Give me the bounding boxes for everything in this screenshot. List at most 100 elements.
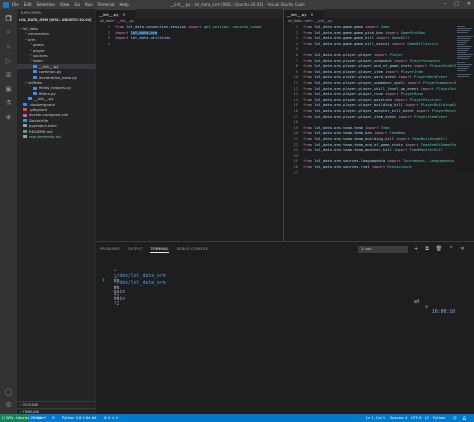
new-terminal-icon[interactable]: + — [414, 246, 418, 252]
editor-tab-right[interactable]: __init__.py ✕ — [284, 9, 324, 18]
code-token: from — [303, 25, 315, 29]
sync-icon[interactable]: ⟳ — [52, 414, 55, 422]
menu-item-file[interactable]: File — [12, 2, 19, 7]
language-mode[interactable]: Python — [433, 414, 445, 422]
run-debug-icon[interactable]: ▷ — [4, 56, 13, 65]
code-editor-right[interactable]: 1 from lol_data.orm.game.game import Game… — [284, 24, 456, 241]
code-token: from — [303, 64, 315, 69]
testing-icon[interactable]: ⚗ — [4, 98, 13, 107]
code-token: from — [303, 97, 315, 102]
code-token: lol_data.utilities — [130, 36, 171, 41]
minimize-icon[interactable]: – — [444, 1, 447, 7]
kill-terminal-icon[interactable]: 🗑 — [436, 246, 442, 252]
code-token: from — [303, 41, 315, 46]
python-interpreter[interactable]: Python 3.8.5 64-bit — [62, 414, 96, 422]
terminal-selector[interactable]: 1: zsh — [358, 246, 408, 253]
indentation[interactable]: Spaces: 4 — [390, 414, 407, 422]
code-token: from — [303, 36, 315, 41]
feedback-icon[interactable]: ☺ — [453, 414, 457, 422]
workspace-folder[interactable]: LOL_DATA_ORM [WSL: UBUNTU-20.04] — [19, 18, 91, 22]
problems-count[interactable]: ⊗ 0 ⚠ 0 — [104, 414, 118, 422]
close-window-icon[interactable]: ✕ — [467, 1, 471, 7]
docker-icon[interactable]: ◈ — [4, 112, 13, 121]
manage-gear-icon[interactable]: ⚙ — [4, 400, 13, 409]
maximize-icon[interactable]: □ — [454, 1, 459, 7]
notifications-bell-icon[interactable]: 🔔︎ — [462, 414, 467, 422]
prompt-at: at — [414, 300, 420, 305]
line-number: 27 — [293, 170, 298, 175]
code-token: import — [420, 86, 437, 91]
tab-label: __init__.py — [287, 12, 307, 17]
menu-item-view[interactable]: View — [60, 2, 70, 7]
source-control-icon[interactable]: ⑂ — [4, 42, 13, 51]
panel-tab-debug-console[interactable]: DEBUG CONSOLE — [177, 247, 208, 253]
window-controls: – □ ✕ — [444, 1, 471, 7]
code-token: import — [398, 75, 415, 80]
panel-tab-terminal[interactable]: TERMINAL — [150, 247, 169, 253]
code-token: lol_data.orm.team.team_building_kill — [314, 137, 397, 141]
cursor-position[interactable]: Ln 1, Col 1 — [366, 414, 385, 422]
code-token: Player — [389, 53, 403, 57]
editor-tab-left[interactable]: __init__.py ✕ — [96, 9, 136, 18]
remote-explorer-icon[interactable]: ▣ — [4, 84, 13, 93]
sidebar-section-outline[interactable]: › OUTLINE — [17, 401, 96, 407]
code-token: import — [365, 25, 381, 29]
code-token: import — [394, 148, 410, 153]
code-token: import — [394, 97, 410, 102]
code-token: import — [398, 114, 415, 119]
terminal-prompt[interactable]: ❯ — [102, 278, 105, 283]
code-editor-left[interactable]: 1 from lol_data.connection.session import… — [96, 24, 283, 241]
window-title: __init__.py - lol_data_orm [WSL: Ubuntu-… — [170, 2, 305, 7]
minimap-line — [457, 32, 468, 34]
code-token: TeamBuildingKill — [411, 137, 448, 141]
code-token: from — [303, 69, 315, 74]
menu-item-selection[interactable]: Selection — [36, 2, 54, 7]
code-token: RiotAccount — [387, 165, 412, 169]
terminal-line-2: ➜ ~/dev/lol_data_orm on ⑂ main ?2 — [102, 271, 166, 312]
menu-item-go[interactable]: Go — [74, 2, 80, 7]
menu-item-help[interactable]: Help — [120, 2, 129, 7]
code-token: lol_data.orm.player.player_end_of_game_s… — [314, 64, 415, 69]
code-token: PlayerRune — [400, 92, 423, 97]
code-token: lol_data.orm.game.game_kill — [314, 36, 377, 41]
maximize-panel-icon[interactable]: ^ — [449, 246, 453, 252]
code-token: PlayerBuildingKill — [420, 103, 456, 108]
explorer-icon[interactable]: ❐ — [4, 14, 13, 23]
code-token: lol_data.orm.team.team — [314, 125, 366, 130]
code-token: import — [391, 41, 408, 46]
split-terminal-icon[interactable]: ⧉ — [425, 246, 429, 252]
search-icon[interactable]: ⌕ — [4, 28, 13, 37]
accounts-icon[interactable]: ◯ — [4, 387, 13, 396]
close-icon[interactable]: ✕ — [310, 12, 313, 17]
code-token: from — [303, 92, 315, 97]
vscode-logo-icon — [3, 1, 9, 8]
code-token: PlayerEndOfGameStats — [429, 64, 456, 69]
explorer-header: EXPLORER — [21, 11, 41, 15]
section-label: OUTLINE — [22, 403, 39, 407]
remote-indicator[interactable]: ⟩⟨ WSL: Ubuntu-20.04 — [0, 414, 41, 422]
menu-item-terminal[interactable]: Terminal — [98, 2, 115, 7]
git-branch-status[interactable]: ⑂ main* — [32, 414, 46, 422]
sidebar-section-timeline[interactable]: › TIMELINE — [17, 407, 96, 414]
code-token: lol_data.orm.player.player_item — [314, 69, 386, 74]
code-token: PlayerMonsterKillEvent — [431, 109, 456, 113]
code-token: from — [303, 137, 315, 141]
menu-item-edit[interactable]: Edit — [24, 2, 32, 7]
code-token: from — [303, 142, 315, 147]
code-token: from — [303, 165, 315, 169]
panel-tab-output[interactable]: OUTPUT — [128, 247, 143, 253]
end-of-line[interactable]: LF — [425, 414, 429, 422]
menu-item-run[interactable]: Run — [85, 2, 93, 7]
extensions-icon[interactable]: ⊞ — [4, 70, 13, 79]
tree-item[interactable]: requirements.txt — [17, 134, 96, 139]
minimap-line — [457, 70, 466, 72]
prompt-path: ~/dev/lol_data_orm — [113, 281, 166, 286]
close-icon[interactable]: ✕ — [122, 12, 125, 17]
panel-tab-problems[interactable]: PROBLEMS — [100, 247, 120, 253]
code-token: Team — [380, 125, 390, 130]
close-panel-icon[interactable]: ✕ — [460, 246, 464, 252]
encoding[interactable]: UTF-8 — [411, 414, 421, 422]
file-icon — [33, 64, 37, 68]
minimap[interactable] — [456, 24, 474, 174]
code-token: import — [188, 25, 204, 29]
